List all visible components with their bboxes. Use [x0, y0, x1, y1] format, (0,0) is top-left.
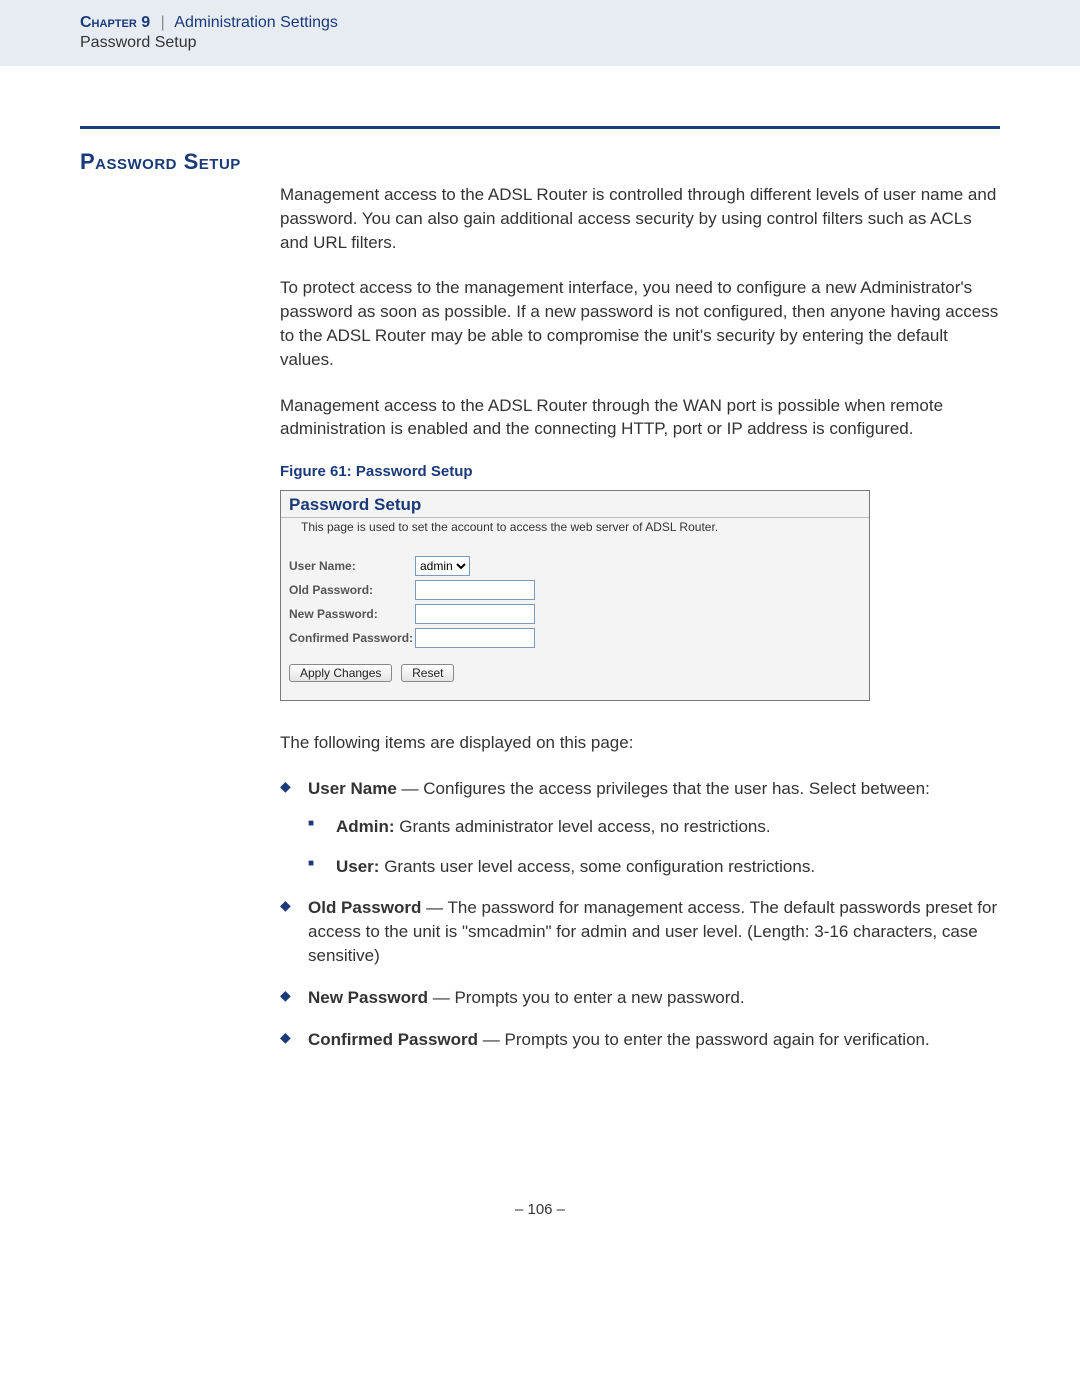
item-username: User Name — Configures the access privil… — [280, 777, 1000, 878]
new-password-label: New Password: — [289, 607, 415, 621]
items-intro: The following items are displayed on thi… — [280, 731, 1000, 755]
subsection-name: Password Setup — [80, 32, 1080, 52]
body-text: Management access to the ADSL Router is … — [280, 183, 1000, 1051]
apply-changes-button[interactable]: Apply Changes — [289, 664, 392, 682]
panel-title: Password Setup — [281, 491, 869, 518]
page-header: Chapter 9 | Administration Settings Pass… — [0, 0, 1080, 66]
item-old-password: Old Password — The password for manageme… — [280, 896, 1000, 967]
panel-description: This page is used to set the account to … — [281, 518, 869, 554]
new-password-row: New Password: — [281, 602, 869, 626]
old-password-row: Old Password: — [281, 578, 869, 602]
figure-caption: Figure 61: Password Setup — [280, 463, 1000, 480]
item-confpw-dash: — — [478, 1030, 504, 1049]
new-password-input[interactable] — [415, 604, 535, 624]
items-list: User Name — Configures the access privil… — [280, 777, 1000, 1051]
old-password-input[interactable] — [415, 580, 535, 600]
item-oldpw-dash: — — [421, 898, 447, 917]
section-name: Administration Settings — [174, 14, 338, 31]
paragraph-2: To protect access to the management inte… — [280, 276, 1000, 371]
old-password-label: Old Password: — [289, 583, 415, 597]
username-sublist: Admin: Grants administrator level access… — [308, 815, 1000, 879]
page-number: – 106 – — [0, 1201, 1080, 1248]
item-newpw-bold: New Password — [308, 988, 428, 1007]
button-row: Apply Changes Reset — [281, 650, 869, 682]
horizontal-rule — [80, 126, 1000, 129]
item-confirmed-password: Confirmed Password — Prompts you to ente… — [280, 1028, 1000, 1052]
item-username-bold: User Name — [308, 779, 397, 798]
item-username-dash: — — [397, 779, 423, 798]
confirmed-password-row: Confirmed Password: — [281, 626, 869, 650]
subitem-user-bold: User: — [336, 857, 379, 876]
header-separator: | — [155, 14, 171, 31]
item-oldpw-bold: Old Password — [308, 898, 421, 917]
password-setup-panel: Password Setup This page is used to set … — [280, 490, 870, 701]
subitem-admin-bold: Admin: — [336, 817, 395, 836]
chapter-label: Chapter 9 — [80, 14, 150, 31]
subitem-admin: Admin: Grants administrator level access… — [308, 815, 1000, 839]
item-confpw-bold: Confirmed Password — [308, 1030, 478, 1049]
item-confpw-text: Prompts you to enter the password again … — [505, 1030, 930, 1049]
subitem-user: User: Grants user level access, some con… — [308, 855, 1000, 879]
page-content: Password Setup Management access to the … — [80, 126, 1000, 1051]
confirmed-password-input[interactable] — [415, 628, 535, 648]
username-select[interactable]: admin — [415, 556, 470, 576]
reset-button[interactable]: Reset — [401, 664, 454, 682]
item-username-text: Configures the access privileges that th… — [423, 779, 930, 798]
item-newpw-dash: — — [428, 988, 454, 1007]
username-row: User Name: admin — [281, 554, 869, 578]
username-label: User Name: — [289, 559, 415, 573]
subitem-admin-text: Grants administrator level access, no re… — [395, 817, 771, 836]
paragraph-3: Management access to the ADSL Router thr… — [280, 394, 1000, 442]
item-newpw-text: Prompts you to enter a new password. — [454, 988, 744, 1007]
confirmed-password-label: Confirmed Password: — [289, 631, 415, 645]
subitem-user-text: Grants user level access, some configura… — [379, 857, 815, 876]
item-new-password: New Password — Prompts you to enter a ne… — [280, 986, 1000, 1010]
page-title: Password Setup — [80, 149, 1000, 175]
paragraph-1: Management access to the ADSL Router is … — [280, 183, 1000, 254]
